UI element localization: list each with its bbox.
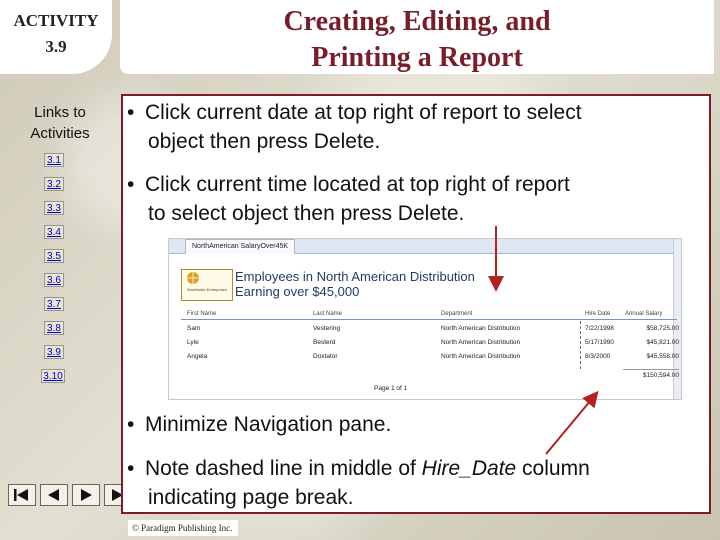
column-header[interactable]: First Name xyxy=(187,311,216,317)
company-logo: Worldwide Enterprises xyxy=(181,269,233,301)
activity-link-3-2[interactable]: 3.2 xyxy=(44,177,64,191)
table-cell[interactable]: Sam xyxy=(187,325,200,332)
activity-link-3-1[interactable]: 3.1 xyxy=(44,153,64,167)
slide-title-line1: Creating, Editing, and xyxy=(283,6,551,37)
table-cell[interactable]: $58,725.00 xyxy=(623,325,679,332)
bullet-2: • Click current time located at top righ… xyxy=(127,170,570,228)
column-header[interactable]: Annual Salary xyxy=(625,311,662,317)
report-title[interactable]: Employees in North American Distribution… xyxy=(235,269,475,299)
activity-badge: ACTIVITY 3.9 xyxy=(0,0,112,74)
table-cell[interactable]: $45,558.00 xyxy=(623,353,679,360)
table-cell[interactable]: Doxtator xyxy=(313,353,338,360)
next-slide-button[interactable] xyxy=(72,484,100,506)
bullet-4-line2: indicating page break. xyxy=(148,486,354,509)
bullet-3: • Minimize Navigation pane. xyxy=(127,410,392,439)
table-cell[interactable]: North American Distribution xyxy=(441,339,520,346)
copyright-footer: © Paradigm Publishing Inc. xyxy=(128,520,238,536)
report-tab[interactable]: NorthAmerican SalaryOver45K xyxy=(185,239,296,254)
report-tab-bar: NorthAmerican SalaryOver45K xyxy=(169,239,681,254)
bullet-1: • Click current date at top right of rep… xyxy=(127,98,582,156)
activity-number: 3.9 xyxy=(45,37,67,56)
bullet-3-line1: Minimize Navigation pane. xyxy=(145,413,392,436)
table-cell[interactable]: 8/3/2000 xyxy=(585,353,610,360)
table-cell[interactable]: 7/22/1998 xyxy=(585,325,614,332)
header-rule xyxy=(181,319,677,320)
activity-link-3-8[interactable]: 3.8 xyxy=(44,321,64,335)
first-slide-icon xyxy=(14,489,28,501)
first-slide-button[interactable] xyxy=(8,484,36,506)
activity-link-3-4[interactable]: 3.4 xyxy=(44,225,64,239)
bullet-2-line1: Click current time located at top right … xyxy=(145,173,570,196)
bullet-4: • Note dashed line in middle of Hire_Dat… xyxy=(127,454,590,512)
bullet-4-text-end: column xyxy=(516,457,590,480)
table-cell[interactable]: 5/17/1990 xyxy=(585,339,614,346)
table-cell[interactable]: Besterd xyxy=(313,339,335,346)
report-title-line1: Employees in North American Distribution xyxy=(235,269,475,284)
logo-text: Worldwide Enterprises xyxy=(187,287,227,292)
bullet-4-line1: Note dashed line in middle of Hire_Date … xyxy=(145,454,590,483)
table-cell[interactable]: $45,821.00 xyxy=(623,339,679,346)
slide-title-line2: Printing a Report xyxy=(311,42,523,73)
table-cell[interactable]: Angela xyxy=(187,353,207,360)
activity-link-3-3[interactable]: 3.3 xyxy=(44,201,64,215)
bullet-4-text: Note dashed line in middle of xyxy=(145,457,422,480)
globe-icon xyxy=(187,272,199,284)
activity-link-3-9[interactable]: 3.9 xyxy=(44,345,64,359)
previous-slide-icon xyxy=(48,489,59,501)
table-cell[interactable]: North American Distribution xyxy=(441,325,520,332)
bullet-1-line1: Click current date at top right of repor… xyxy=(145,101,582,124)
report-title-line2: Earning over $45,000 xyxy=(235,284,360,299)
bullet-4-field-name: Hire_Date xyxy=(421,457,517,480)
next-slide-icon xyxy=(81,489,92,501)
slide-title: Creating, Editing, and Printing a Report xyxy=(120,4,714,76)
table-cell[interactable]: North American Distribution xyxy=(441,353,520,360)
bullet-2-line2: to select object then press Delete. xyxy=(148,202,465,225)
activity-link-3-5[interactable]: 3.5 xyxy=(44,249,64,263)
bullet-1-line2: object then press Delete. xyxy=(148,130,381,153)
links-label-line1: Links to xyxy=(34,104,86,121)
column-header[interactable]: Department xyxy=(441,311,472,317)
activity-link-3-6[interactable]: 3.6 xyxy=(44,273,64,287)
column-header[interactable]: Hire Date xyxy=(585,311,610,317)
slide-navigation xyxy=(8,484,132,506)
table-cell[interactable]: Lyle xyxy=(187,339,199,346)
links-to-activities-label: Links to Activities xyxy=(14,102,106,144)
salary-total[interactable]: $150,594.00 xyxy=(623,369,679,379)
activity-link-3-10[interactable]: 3.10 xyxy=(41,369,65,383)
column-header[interactable]: Last Name xyxy=(313,311,342,317)
report-screenshot: NorthAmerican SalaryOver45K Worldwide En… xyxy=(168,238,682,400)
table-cell[interactable]: Vestering xyxy=(313,325,340,332)
page-break-dashed-line xyxy=(580,321,581,369)
links-label-line2: Activities xyxy=(30,125,90,142)
previous-slide-button[interactable] xyxy=(40,484,68,506)
page-number[interactable]: Page 1 of 1 xyxy=(374,385,407,392)
activity-link-3-7[interactable]: 3.7 xyxy=(44,297,64,311)
activity-label: ACTIVITY xyxy=(13,11,99,30)
